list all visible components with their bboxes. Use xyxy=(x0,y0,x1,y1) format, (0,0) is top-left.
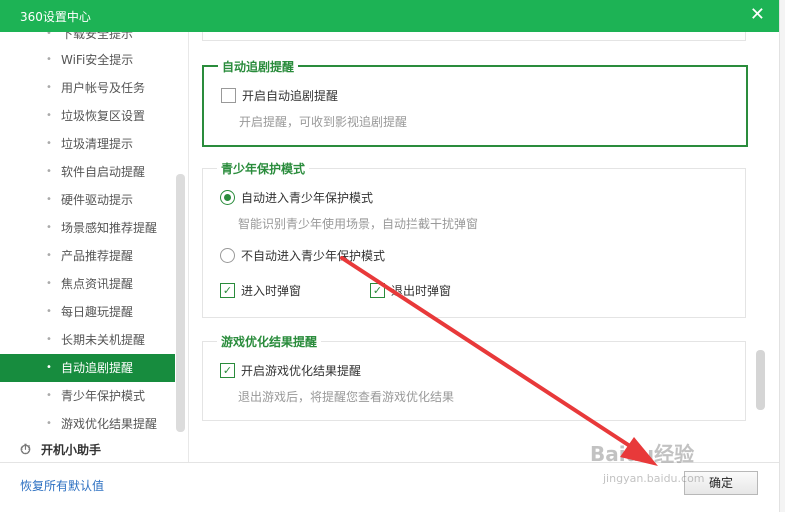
annotation-arrow-icon xyxy=(340,256,658,466)
